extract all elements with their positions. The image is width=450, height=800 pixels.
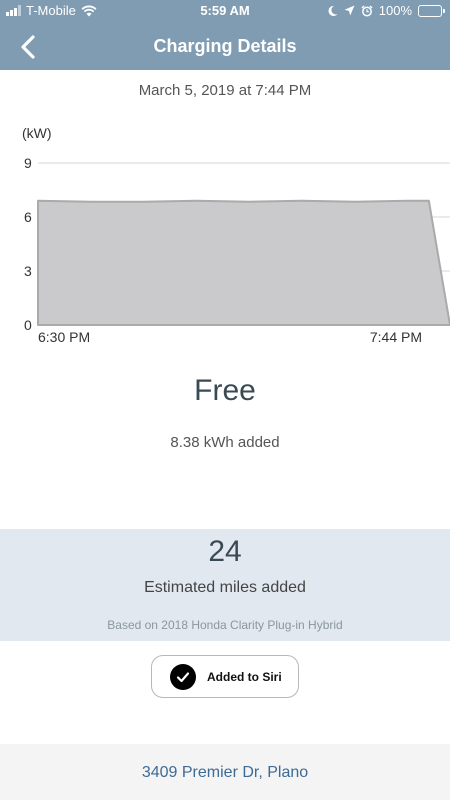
y-tick-label: 9 [24, 155, 32, 171]
location-arrow-icon [344, 5, 355, 16]
miles-label: Estimated miles added [144, 579, 306, 596]
battery-icon [418, 4, 445, 17]
x-tick-label: 6:30 PM [38, 329, 90, 345]
location-address-link[interactable]: 3409 Premier Dr, Plano [142, 764, 308, 782]
battery-percent: 100% [378, 3, 412, 18]
checkmark-icon [170, 663, 196, 690]
session-datetime: March 5, 2019 at 7:44 PM [138, 82, 312, 99]
add-to-siri-button[interactable]: Added to Siri [151, 655, 299, 698]
siri-button-label: Added to Siri [207, 669, 282, 684]
miles-panel: 24 Estimated miles added Based on 2018 H… [0, 529, 450, 641]
location-bar: 3409 Premier Dr, Plano [0, 744, 450, 800]
x-tick-label: 7:44 PM [370, 329, 422, 345]
navigation-bar: Charging Details [0, 22, 450, 70]
y-axis-label: (kW) [22, 125, 52, 141]
power-chart: (kW) 0 3 6 9 6:30 PM 7:44 PM [0, 118, 450, 353]
vehicle-basis: Based on 2018 Honda Clarity Plug-in Hybr… [107, 618, 343, 632]
alarm-icon [361, 4, 373, 16]
y-tick-label: 3 [24, 263, 32, 279]
y-tick-label: 6 [24, 209, 32, 225]
page-title: Charging Details [153, 36, 297, 56]
energy-added: 8.38 kWh added [170, 434, 280, 451]
session-cost: Free [194, 374, 256, 407]
power-area [37, 199, 450, 326]
status-right: 100% [327, 3, 445, 18]
y-tick-label: 0 [24, 317, 32, 333]
status-bar: T-Mobile 5:59 AM 100% [0, 0, 450, 22]
moon-icon [328, 5, 338, 16]
miles-value: 24 [208, 535, 242, 568]
power-chart-svg: (kW) 0 3 6 9 6:30 PM 7:44 PM [22, 125, 450, 345]
